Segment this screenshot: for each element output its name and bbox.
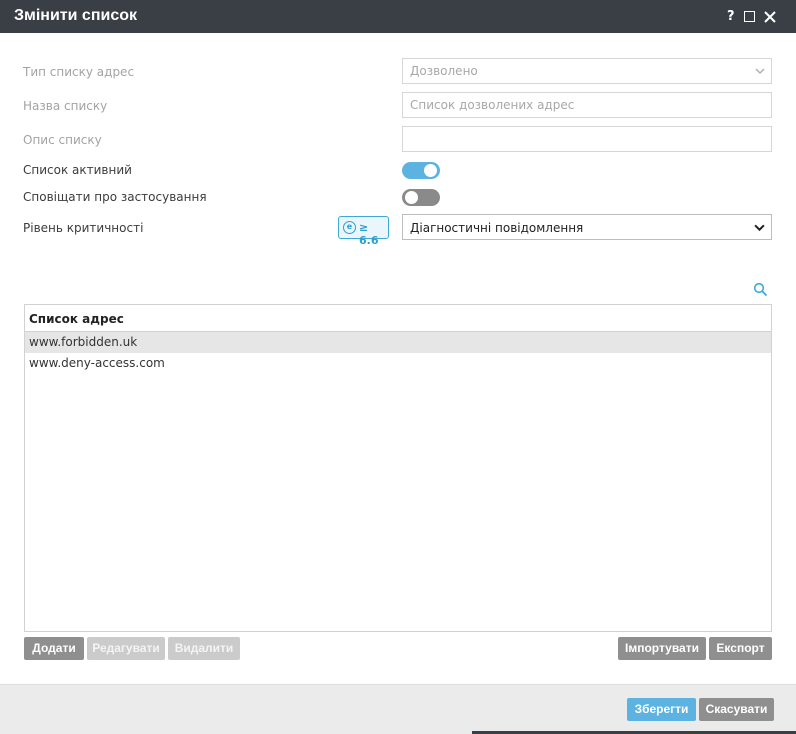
chevron-down-icon	[754, 224, 765, 232]
list-description-input[interactable]	[402, 126, 772, 152]
maximize-icon[interactable]	[744, 11, 755, 22]
version-text: ≥ 6.6	[359, 221, 379, 247]
toggle-knob	[405, 191, 418, 204]
list-name-label: Назва списку	[23, 99, 108, 113]
column-header-address: Список адрес	[29, 312, 124, 326]
chevron-down-icon	[755, 68, 765, 75]
table-row[interactable]: www.forbidden.uk	[25, 332, 771, 353]
toggle-knob	[424, 164, 437, 177]
import-button[interactable]: Імпортувати	[618, 637, 706, 660]
severity-select[interactable]: Діагностичні повідомлення	[402, 214, 772, 240]
save-button[interactable]: Зберегти	[627, 698, 696, 721]
title-bar: Змінити список ?	[0, 0, 796, 33]
list-type-select[interactable]: Дозволено	[402, 58, 772, 84]
list-type-value: Дозволено	[410, 64, 478, 78]
help-icon[interactable]: ?	[727, 9, 735, 24]
eset-e-icon: e	[343, 221, 356, 234]
version-badge: e ≥ 6.6	[338, 216, 389, 247]
row-address: www.deny-access.com	[29, 356, 165, 370]
notify-toggle[interactable]	[402, 189, 440, 206]
severity-value: Діагностичні повідомлення	[410, 221, 584, 235]
table-header[interactable]: Список адрес	[25, 305, 771, 332]
list-name-input[interactable]: Список дозволених адрес	[402, 92, 772, 118]
notify-label: Сповіщати про застосування	[23, 190, 207, 204]
severity-label: Рівень критичності	[23, 221, 144, 235]
list-active-label: Список активний	[23, 163, 132, 177]
row-address: www.forbidden.uk	[29, 335, 138, 349]
search-icon[interactable]	[753, 282, 768, 297]
add-button[interactable]: Додати	[24, 637, 84, 660]
delete-button[interactable]: Видалити	[168, 637, 240, 660]
list-type-label: Тип списку адрес	[23, 65, 135, 79]
close-icon[interactable]	[763, 10, 777, 24]
address-table: Список адрес www.forbidden.uk www.deny-a…	[24, 304, 772, 632]
export-button[interactable]: Експорт	[709, 637, 772, 660]
edit-button[interactable]: Редагувати	[87, 637, 165, 660]
list-active-toggle[interactable]	[402, 162, 440, 179]
list-name-placeholder: Список дозволених адрес	[410, 98, 575, 112]
dialog-title: Змінити список	[14, 7, 137, 24]
cancel-button[interactable]: Скасувати	[699, 698, 774, 721]
list-description-label: Опис списку	[23, 133, 102, 147]
table-row[interactable]: www.deny-access.com	[25, 353, 771, 374]
